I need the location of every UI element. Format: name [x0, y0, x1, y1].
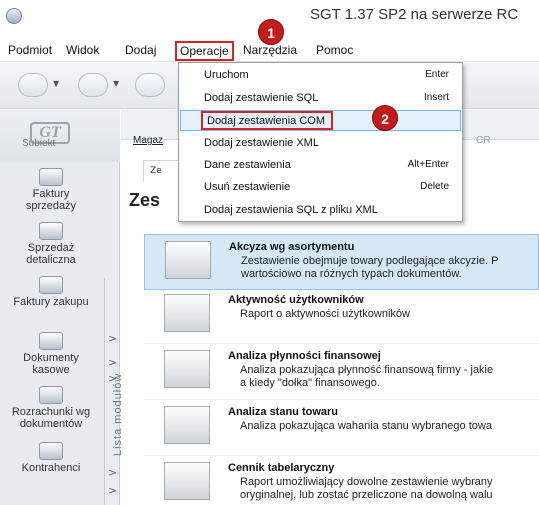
step-badge-1: 1 — [258, 19, 284, 45]
report-title: Analiza stanu towaru — [228, 406, 339, 418]
report-description: Raport o aktywności użytkowników — [240, 308, 410, 320]
menu-item-dodaj-com[interactable]: Dodaj zestawienia COM — [180, 110, 461, 131]
menu-pomoc[interactable]: Pomoc — [316, 43, 353, 57]
chevron-right-icon[interactable]: > — [108, 466, 117, 479]
sidebar-item-kontrahenci[interactable]: Kontrahenci — [0, 442, 102, 474]
menu-item-usun-zestawienie[interactable]: Usuń zestawienie Delete — [180, 177, 461, 198]
report-row[interactable]: Aktywność użytkowników Raport o aktywnoś… — [144, 288, 539, 344]
report-title: Akcyza wg asortymentu — [229, 241, 355, 253]
menu-item-dodaj-xml[interactable]: Dodaj zestawienie XML — [180, 133, 461, 154]
report-icon — [164, 294, 210, 332]
cash-documents-icon — [39, 332, 63, 350]
report-icon — [165, 241, 211, 279]
report-description: Zestawienie obejmuje towary podlegające … — [241, 255, 499, 280]
sidebar-item-sprzedaz-detaliczna[interactable]: Sprzedaż detaliczna — [0, 222, 102, 266]
tab-crm[interactable]: CR — [476, 135, 490, 146]
window-title: SGT 1.37 SP2 na serwerze RC — [310, 6, 519, 23]
menu-item-dodaj-sql[interactable]: Dodaj zestawienie SQL Insert — [180, 88, 461, 109]
menu-item-uruchom[interactable]: Uruchom Enter — [180, 65, 461, 86]
menu-podmiot[interactable]: Podmiot — [8, 43, 52, 57]
chevron-right-icon[interactable]: > — [108, 332, 117, 345]
report-icon — [164, 462, 210, 500]
forward-button[interactable] — [78, 73, 108, 97]
logo-subtitle: Subiekt — [22, 138, 56, 149]
module-sidebar: GT Subiekt Faktury sprzedaży Sprzedaż de… — [0, 110, 124, 505]
report-row[interactable]: Analiza płynności finansowej Analiza pok… — [144, 344, 539, 400]
report-icon — [164, 350, 210, 388]
tab-magazyn[interactable]: Magaz — [133, 135, 163, 146]
report-icon — [164, 406, 210, 444]
menu-operacje[interactable]: Operacje — [175, 41, 234, 61]
sidebar-header: GT Subiekt — [0, 110, 120, 162]
back-button[interactable] — [18, 73, 48, 97]
sidebar-item-faktury-zakupu[interactable]: Faktury zakupu — [0, 276, 102, 308]
report-description: Analiza pokazująca płynność finansową fi… — [240, 364, 494, 389]
app-icon — [6, 8, 22, 24]
report-title: Aktywność użytkowników — [228, 294, 364, 306]
purchase-invoice-icon — [39, 276, 63, 294]
cash-register-icon — [39, 222, 63, 240]
toolbar-action-button[interactable] — [135, 73, 165, 97]
invoice-icon — [39, 168, 63, 186]
sidebar-item-dokumenty-kasowe[interactable]: Dokumenty kasowe — [0, 332, 102, 376]
menu-item-dane-zestawienia[interactable]: Dane zestawienia Alt+Enter — [180, 155, 461, 176]
menu-narzedzia[interactable]: Narzędzia — [243, 43, 297, 57]
operacje-menu: Uruchom Enter Dodaj zestawienie SQL Inse… — [178, 62, 463, 222]
settlements-icon — [39, 386, 63, 404]
menu-dodaj[interactable]: Dodaj — [125, 43, 156, 57]
report-title: Analiza płynności finansowej — [228, 350, 381, 362]
report-row[interactable]: Cennik tabelaryczny Raport umożliwiający… — [144, 456, 539, 505]
report-title: Cennik tabelaryczny — [228, 462, 335, 474]
sidebar-item-faktury-sprzedazy[interactable]: Faktury sprzedaży — [0, 168, 102, 212]
report-row[interactable]: Analiza stanu towaru Analiza pokazująca … — [144, 400, 539, 456]
chevron-down-icon[interactable]: ▼ — [113, 79, 119, 88]
chevron-right-icon[interactable]: > — [108, 484, 117, 497]
contacts-icon — [39, 442, 63, 460]
chevron-right-icon[interactable]: > — [108, 356, 117, 369]
step-badge-2: 2 — [372, 105, 398, 131]
report-row[interactable]: Akcyza wg asortymentu Zestawienie obejmu… — [144, 234, 539, 290]
menu-widok[interactable]: Widok — [66, 43, 99, 57]
section-title: Zes — [129, 190, 161, 210]
sidebar-item-rozrachunki[interactable]: Rozrachunki wg dokumentów — [0, 386, 102, 430]
report-description: Raport umożliwiający dowolne zestawienie… — [240, 476, 493, 501]
menu-item-dodaj-sql-z-xml[interactable]: Dodaj zestawienia SQL z pliku XML — [180, 200, 461, 221]
chevron-down-icon[interactable]: ▼ — [53, 79, 59, 88]
report-description: Analiza pokazująca wahania stanu wybrane… — [240, 420, 492, 432]
